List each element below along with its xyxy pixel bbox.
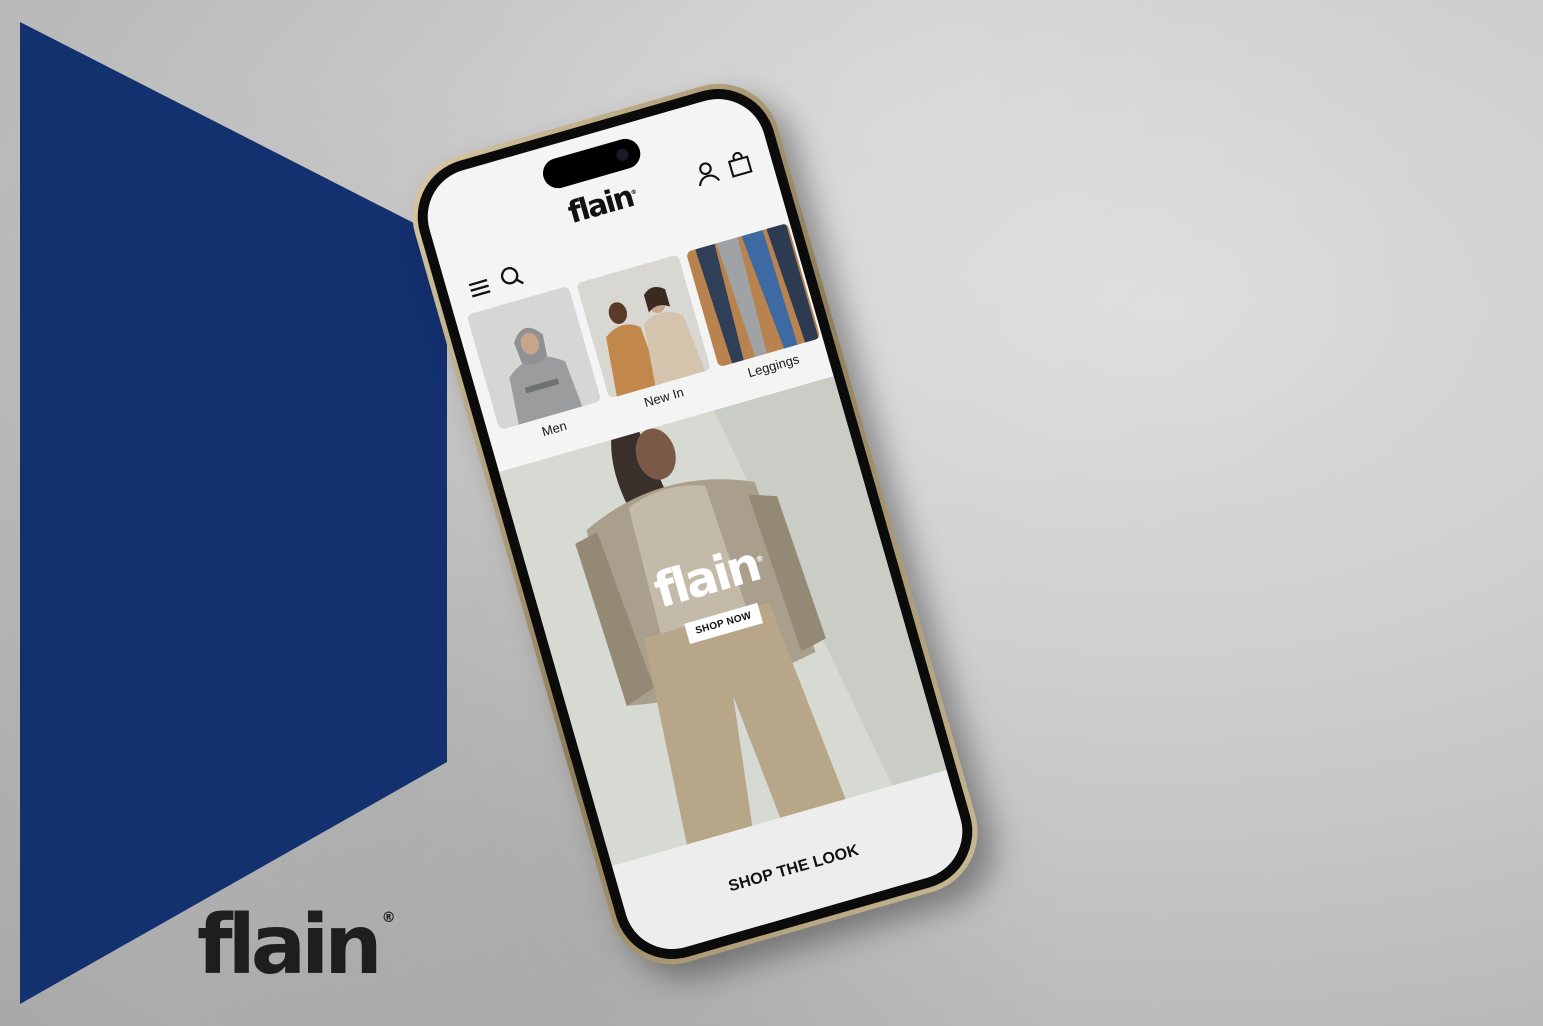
category-leggings-image <box>685 222 821 368</box>
account-icon[interactable] <box>689 156 724 191</box>
app-logo[interactable]: flain® <box>564 178 642 231</box>
search-icon[interactable] <box>494 260 529 295</box>
brand-registered-mark: ® <box>381 910 396 926</box>
bag-icon[interactable] <box>722 146 757 181</box>
brand-logo-text: flain <box>197 898 383 993</box>
brand-logo: flain ® <box>197 905 396 987</box>
app-logo-mark: ® <box>630 188 638 197</box>
app-logo-text: flain <box>564 179 637 232</box>
camera-icon <box>614 147 630 163</box>
category-men-image <box>466 285 602 431</box>
menu-icon[interactable] <box>462 271 497 306</box>
category-new-in-image <box>576 254 712 399</box>
hero-logo-mark: ® <box>754 553 765 565</box>
